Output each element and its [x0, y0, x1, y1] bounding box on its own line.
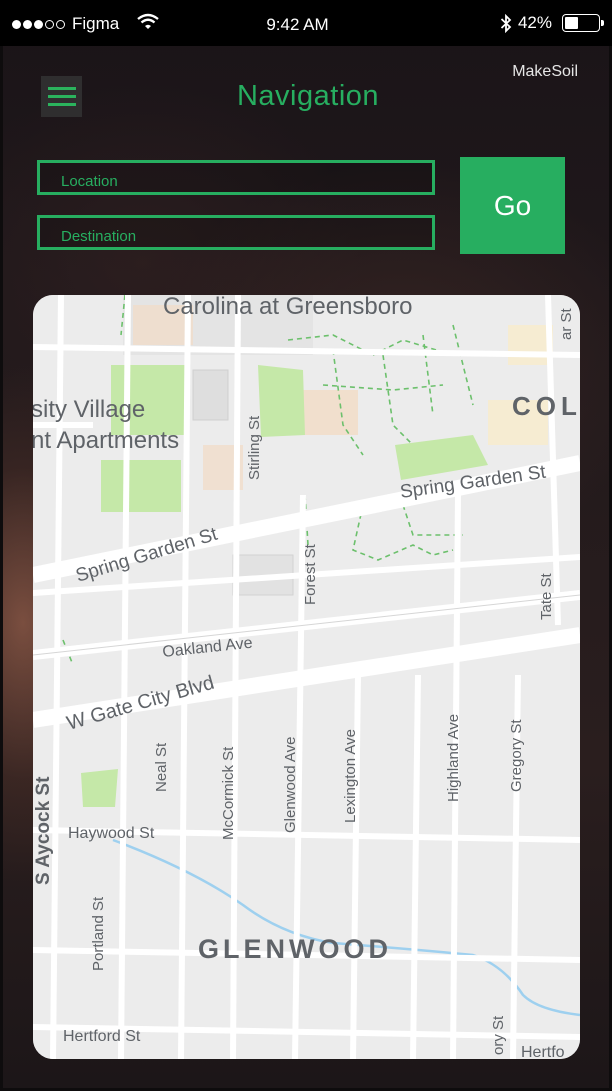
- brand-name: MakeSoil: [512, 63, 578, 80]
- menu-button[interactable]: [41, 76, 82, 117]
- map-label-hertford-west: Hertford St: [63, 1028, 141, 1045]
- map-label-stirling: Stirling St: [246, 415, 263, 480]
- bluetooth-icon: [500, 13, 512, 33]
- battery-icon: [562, 14, 604, 32]
- map-label-lexington: Lexington Ave: [342, 729, 359, 823]
- go-button[interactable]: Go: [460, 157, 565, 254]
- map-label-aycock: S Aycock St: [33, 776, 54, 885]
- map-label-neal: Neal St: [153, 742, 170, 792]
- location-input[interactable]: [37, 160, 435, 195]
- map-label-highland: Highland Ave: [445, 714, 462, 802]
- map-label-gregory: Gregory St: [508, 719, 525, 792]
- page-title: Navigation: [236, 80, 380, 112]
- map-label-forest: Forest St: [302, 543, 319, 605]
- map-view[interactable]: Carolina at Greensboro sity Village nt A…: [33, 295, 580, 1059]
- map-label-campus: Carolina at Greensboro: [163, 295, 412, 320]
- map-label-haywood: Haywood St: [68, 825, 155, 842]
- map-label-gregory-south: ory St: [490, 1015, 507, 1055]
- status-bar: Figma 9:42 AM 42%: [0, 0, 612, 46]
- map-label-village-1: sity Village: [33, 396, 145, 423]
- battery-percentage: 42%: [517, 13, 552, 32]
- map-label-portland: Portland St: [90, 896, 107, 971]
- map-label-tate: Tate St: [538, 572, 555, 620]
- destination-input[interactable]: [37, 215, 435, 250]
- map-label-village-2: nt Apartments: [33, 427, 179, 454]
- map-canvas[interactable]: Carolina at Greensboro sity Village nt A…: [33, 295, 580, 1059]
- hamburger-menu-icon: [47, 87, 76, 90]
- map-label-glenwood: GLENWOOD: [198, 934, 392, 964]
- map-label-col: COL: [512, 391, 580, 421]
- map-label-edge-street: ar St: [558, 307, 575, 340]
- map-label-glenwood-ave: Glenwood Ave: [282, 737, 299, 833]
- map-label-mccormick: McCormick St: [220, 746, 237, 840]
- map-label-hertford-east: Hertfo: [521, 1044, 565, 1059]
